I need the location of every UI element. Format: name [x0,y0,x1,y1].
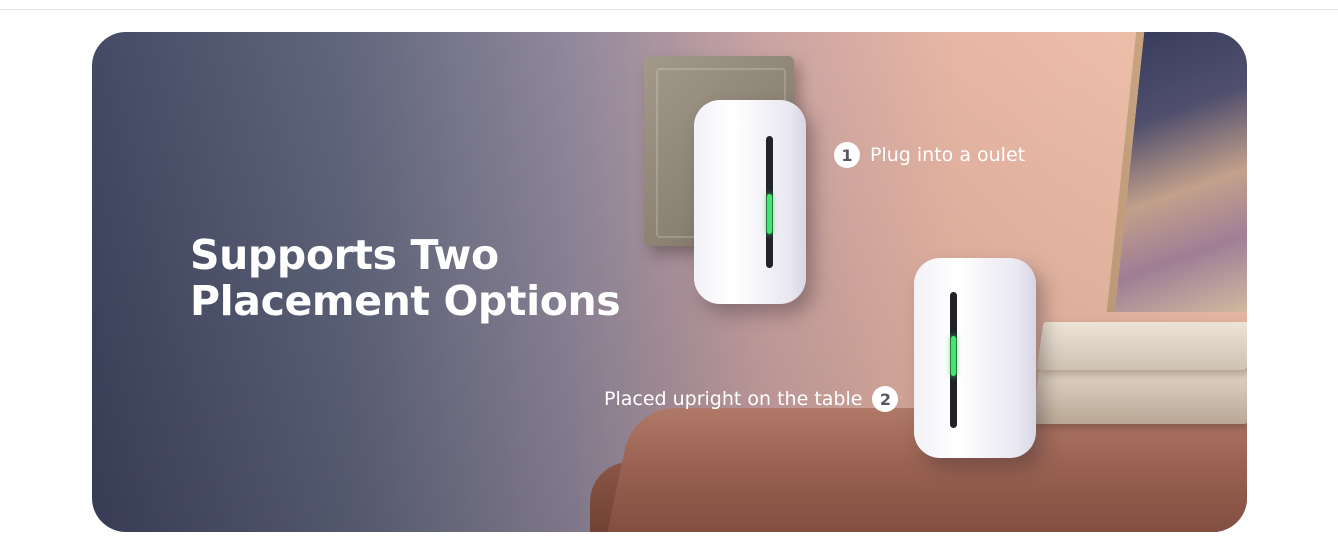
headline-line-2: Placement Options [190,277,621,325]
placement-banner: Supports Two Placement Options 1 Plug in… [92,32,1247,532]
number-badge: 2 [872,386,899,412]
router-wall-mounted [694,100,806,304]
book-bottom [1033,370,1247,424]
number-badge: 1 [834,142,860,168]
router-on-table [914,258,1036,458]
book-top [1036,322,1247,370]
led-strip [950,292,957,428]
led-indicator [951,336,956,376]
callout-plug-outlet: 1 Plug into a oulet [834,142,1025,168]
callout-table-upright: Placed upright on the table 2 [604,386,899,412]
led-indicator [767,194,772,234]
page: Supports Two Placement Options 1 Plug in… [0,0,1338,549]
callout-label: Placed upright on the table [604,388,863,410]
top-divider [0,9,1338,10]
led-strip [766,136,773,268]
banner-headline: Supports Two Placement Options [190,231,621,325]
headline-line-1: Supports Two [190,231,499,279]
callout-label: Plug into a oulet [870,144,1026,166]
